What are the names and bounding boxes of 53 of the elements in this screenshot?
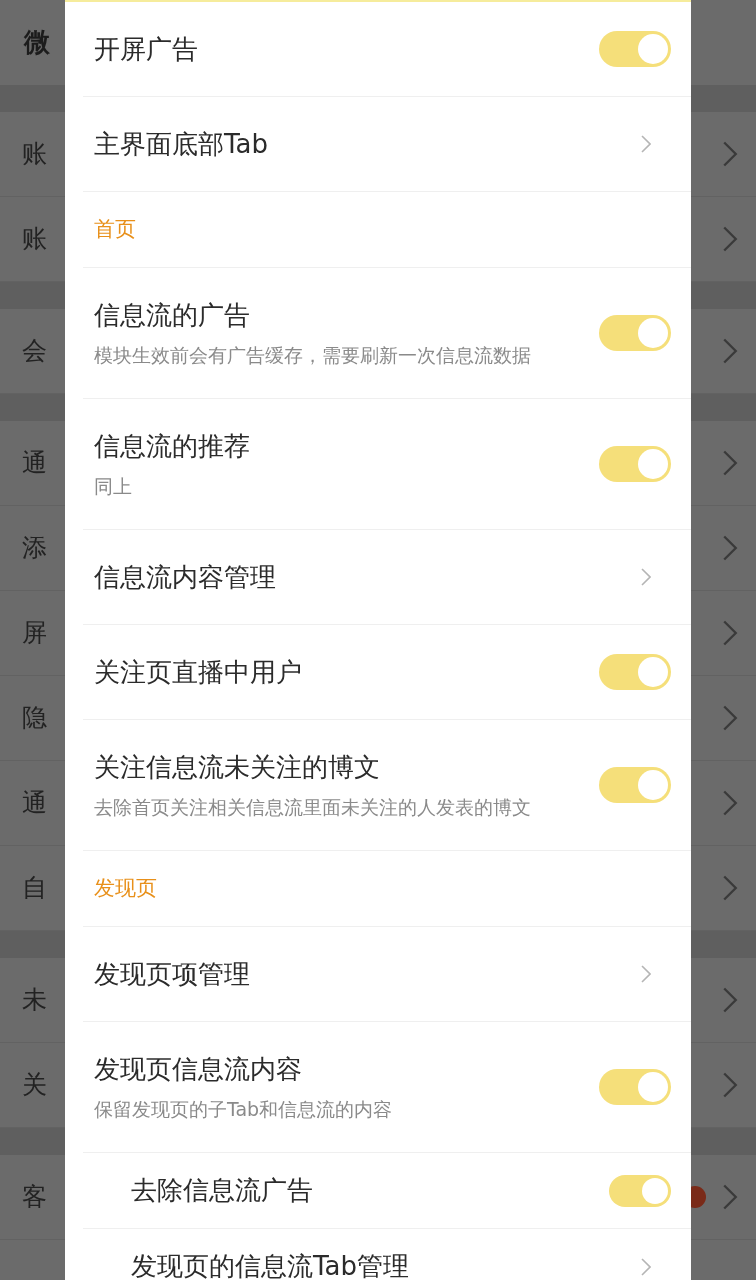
- setting-title: 发现页的信息流Tab管理: [131, 1250, 410, 1280]
- section-header: 发现页: [94, 874, 157, 902]
- chevron-icon: [722, 450, 738, 476]
- toggle-switch[interactable]: [599, 1069, 671, 1105]
- chevron-icon: [722, 790, 738, 816]
- setting-title: 信息流内容管理: [94, 560, 277, 594]
- chevron-icon: [722, 535, 738, 561]
- setting-title: 信息流的推荐: [94, 430, 251, 464]
- toggle-switch[interactable]: [599, 446, 671, 482]
- row-label: 账: [22, 223, 47, 256]
- setting-description: 模块生效前会有广告缓存，需要刷新一次信息流数据: [94, 343, 532, 369]
- setting-description: 去除首页关注相关信息流里面未关注的人发表的博文: [94, 795, 532, 821]
- section-header: 首页: [94, 215, 136, 243]
- row-label: 屏: [22, 617, 47, 650]
- chevron-icon: [722, 987, 738, 1013]
- setting-title: 开屏广告: [94, 32, 199, 66]
- toggle-switch[interactable]: [599, 767, 671, 803]
- page-title: 微: [24, 26, 50, 59]
- toggle-switch[interactable]: [599, 31, 671, 67]
- chevron-icon: [722, 1184, 738, 1210]
- row-label: 账: [22, 138, 47, 171]
- row-label: 通: [22, 447, 47, 480]
- chevron-icon: [641, 135, 651, 153]
- toggle-switch[interactable]: [599, 654, 671, 690]
- chevron-icon: [722, 875, 738, 901]
- setting-description: 保留发现页的子Tab和信息流的内容: [94, 1097, 394, 1123]
- chevron-icon: [641, 568, 651, 586]
- setting-title: 发现页信息流内容: [94, 1053, 303, 1087]
- toggle-switch[interactable]: [609, 1174, 671, 1207]
- row-label: 未: [22, 984, 47, 1017]
- setting-title: 关注页直播中用户: [94, 655, 303, 689]
- row-label: 关: [22, 1069, 47, 1102]
- chevron-icon: [722, 141, 738, 167]
- chevron-icon: [641, 1257, 651, 1276]
- chevron-icon: [722, 338, 738, 364]
- setting-title: 信息流的广告: [94, 299, 251, 333]
- row-label: 通: [22, 787, 47, 820]
- chevron-icon: [722, 1072, 738, 1098]
- chevron-icon: [722, 705, 738, 731]
- setting-title: 发现页项管理: [94, 957, 251, 991]
- row-label: 隐: [22, 702, 47, 735]
- chevron-icon: [641, 965, 651, 983]
- row-label: 添: [22, 532, 47, 565]
- row-label: 自: [22, 872, 47, 905]
- row-label: 会: [22, 335, 47, 368]
- setting-title: 去除信息流广告: [131, 1174, 314, 1207]
- setting-description: 同上: [94, 474, 133, 500]
- setting-title: 主界面底部Tab: [94, 127, 269, 161]
- toggle-switch[interactable]: [599, 315, 671, 351]
- row-label: 客: [22, 1181, 47, 1214]
- chevron-icon: [722, 226, 738, 252]
- chevron-icon: [722, 620, 738, 646]
- setting-title: 关注信息流未关注的博文: [94, 751, 381, 785]
